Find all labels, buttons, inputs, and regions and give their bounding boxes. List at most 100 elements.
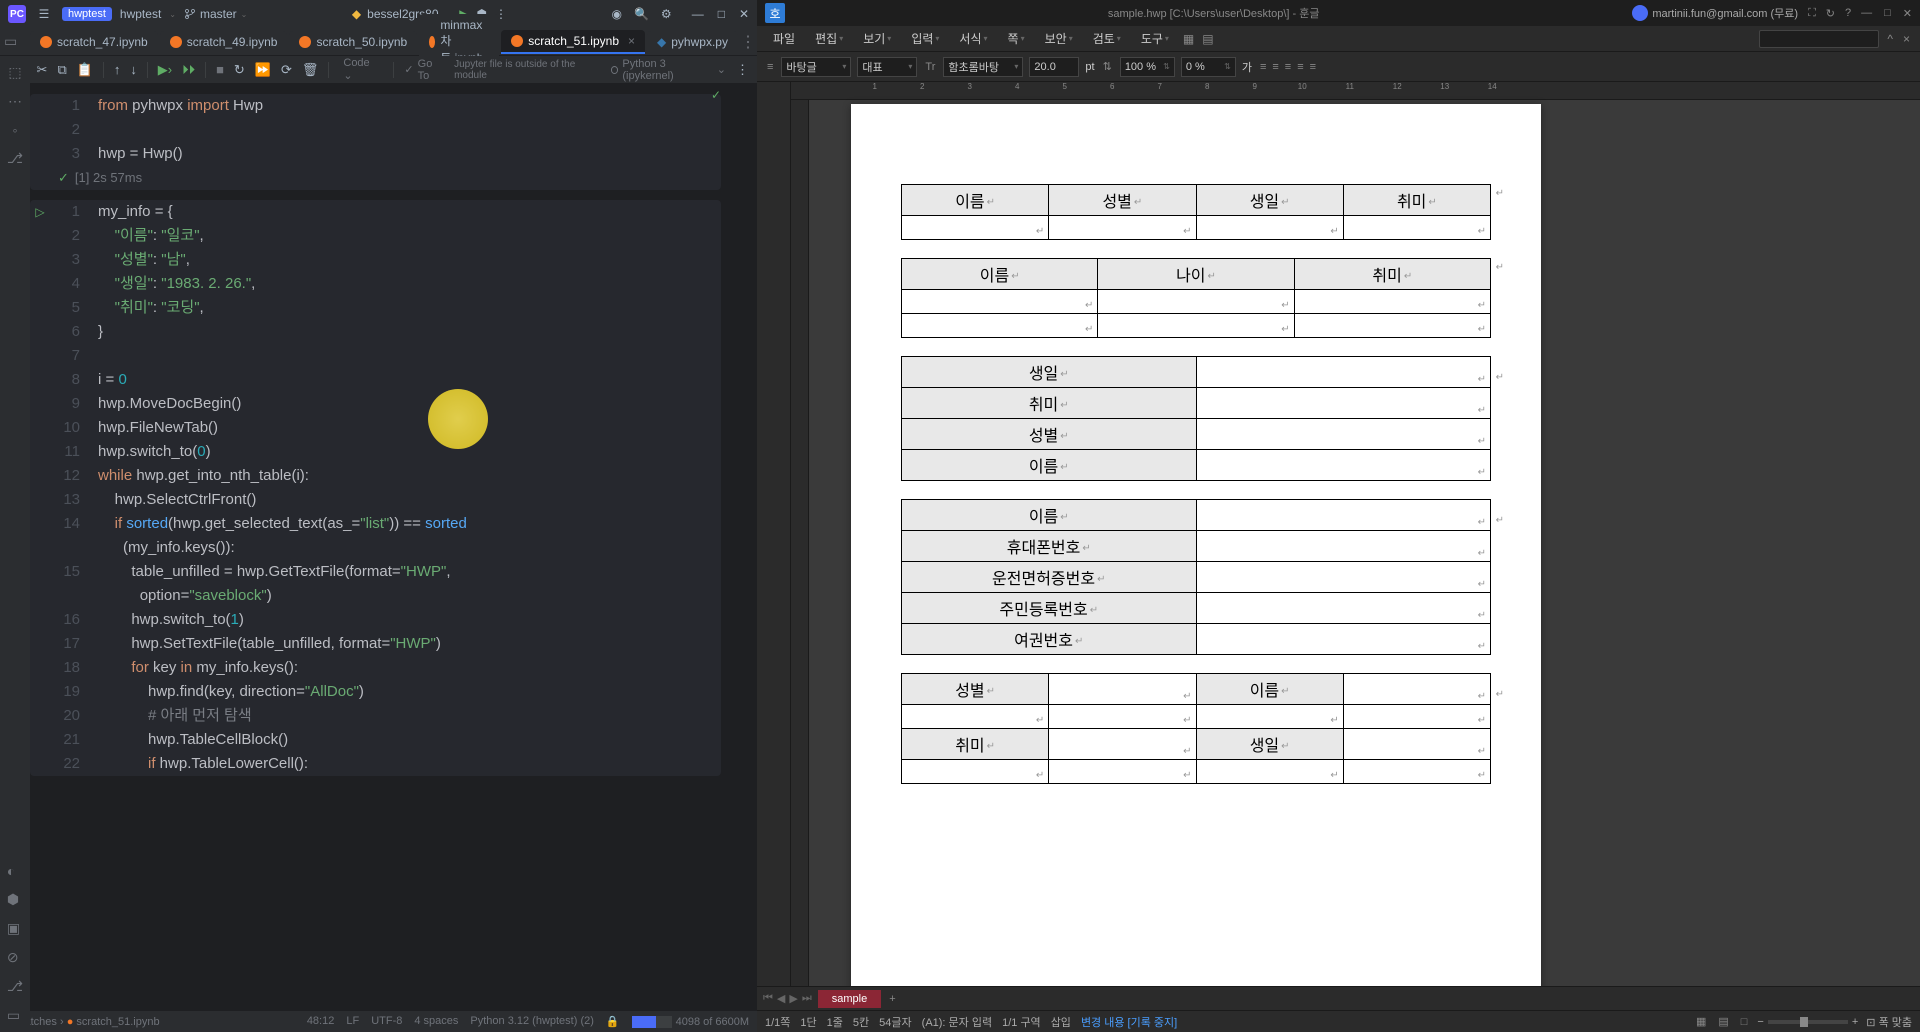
code-editor[interactable]: 1from pyhwpx import Hwp 2 3hwp = Hwp() ✓…	[30, 84, 727, 1010]
user-account[interactable]: martinii.fun@gmail.com (무료)	[1632, 5, 1798, 21]
customize-icon[interactable]: ▦	[1181, 30, 1196, 48]
tab-options-icon[interactable]: ⋮	[740, 32, 756, 52]
status-tracking[interactable]: 변경 내용 [기록 중지]	[1081, 1014, 1177, 1030]
breadcrumb[interactable]: Scratches › ● scratch_51.ipynb	[8, 1016, 160, 1028]
file-tab[interactable]: ◆pyhwpx.py	[647, 31, 738, 53]
run-above-icon[interactable]: ⏩	[255, 62, 271, 78]
status-page[interactable]: 1/1쪽	[765, 1014, 790, 1030]
file-tab[interactable]: scratch_47.ipynb	[30, 31, 158, 53]
copy-icon[interactable]: ⧉	[57, 62, 66, 78]
expand-icon[interactable]: ⛶	[1808, 7, 1816, 20]
services-icon[interactable]: ⬢	[7, 891, 23, 908]
hwp-table-2[interactable]: 이름↵나이↵취미↵↵ ↵↵↵ ↵↵↵	[901, 258, 1491, 338]
view-mode-icon[interactable]: ▤	[1716, 1013, 1730, 1030]
hwp-table-1[interactable]: 이름↵성별↵생일↵취미↵↵ ↵↵↵↵	[901, 184, 1491, 240]
toolbar-more-icon[interactable]: ⋮	[736, 62, 749, 78]
menu-security[interactable]: 보안▾	[1037, 28, 1081, 49]
run-cell-gutter-icon[interactable]: ▷	[30, 200, 50, 224]
search-icon[interactable]: 🔍	[634, 7, 649, 21]
style-select[interactable]: 바탕글▾	[781, 57, 851, 77]
readonly-icon[interactable]: 🔒	[606, 1015, 620, 1028]
git-icon[interactable]: ⎇	[7, 978, 23, 995]
settings-icon[interactable]: ⚙	[661, 7, 672, 21]
tab-next-icon[interactable]: ▶	[789, 992, 797, 1005]
build-icon[interactable]: ▭	[7, 1007, 23, 1024]
move-down-icon[interactable]: ↓	[130, 62, 137, 77]
tab-last-icon[interactable]: ⏭	[802, 992, 812, 1005]
menu-input[interactable]: 입력▾	[903, 28, 947, 49]
pull-requests-icon[interactable]: ⎇	[7, 150, 23, 167]
hwp-table-5[interactable]: 성별↵↵이름↵↵↵ ↵↵↵↵ 취미↵↵생일↵↵ ↵↵↵↵	[901, 673, 1491, 784]
minimize-icon[interactable]: —	[692, 7, 704, 21]
zoom-in-icon[interactable]: +	[1852, 1016, 1858, 1028]
menu-review[interactable]: 검토▾	[1085, 28, 1129, 49]
horizontal-ruler[interactable]: 1234567891011121314	[791, 82, 1920, 100]
font-icon[interactable]: Tr	[923, 59, 937, 75]
interpreter-info[interactable]: Python 3.12 (hwptest) (2)	[470, 1015, 594, 1028]
commit-icon[interactable]: ◦	[13, 122, 18, 138]
hwp-table-3[interactable]: 생일↵↵↵ 취미↵↵ 성별↵↵ 이름↵↵	[901, 356, 1491, 481]
close-icon[interactable]: ✕	[739, 7, 749, 21]
stop-icon[interactable]: ■	[216, 62, 224, 77]
size-stepper-icon[interactable]: ⇅	[1101, 58, 1114, 75]
move-up-icon[interactable]: ↑	[114, 62, 121, 77]
cut-icon[interactable]: ✂	[37, 62, 48, 78]
document-tab[interactable]: sample	[818, 990, 881, 1008]
para-select[interactable]: 대표▾	[857, 57, 917, 77]
inspection-ok-icon[interactable]: ✓	[711, 88, 721, 102]
menu-view[interactable]: 보기▾	[855, 28, 899, 49]
status-mode[interactable]: 삽입	[1051, 1014, 1071, 1030]
file-encoding[interactable]: UTF-8	[371, 1015, 402, 1028]
align-distribute-icon[interactable]: ≡	[1308, 59, 1318, 75]
code-with-me-icon[interactable]: ◉	[611, 7, 621, 21]
caret-position[interactable]: 48:12	[307, 1015, 335, 1028]
tab-first-icon[interactable]: ⏮	[763, 992, 773, 1005]
goto-button[interactable]: ✓ Go To	[404, 58, 444, 82]
minimize-icon[interactable]: —	[1861, 7, 1872, 20]
indent-info[interactable]: 4 spaces	[414, 1015, 458, 1028]
run-cell-icon[interactable]: ▶›	[158, 62, 172, 78]
python-console-icon[interactable]: ◐	[7, 863, 23, 879]
char-width[interactable]: 100 %⇅	[1120, 57, 1175, 77]
font-select[interactable]: 함초롬바탕▾	[943, 57, 1023, 77]
close-tab-icon[interactable]: ×	[628, 34, 635, 48]
menu-page[interactable]: 쪽▾	[1000, 28, 1033, 49]
zoom-out-icon[interactable]: −	[1757, 1016, 1763, 1028]
file-tab-active[interactable]: scratch_51.ipynb×	[501, 30, 645, 54]
line-separator[interactable]: LF	[346, 1015, 359, 1028]
refresh-icon[interactable]: ↻	[1826, 7, 1835, 20]
align-left-icon[interactable]: ≡	[1258, 59, 1268, 75]
search-box[interactable]	[1759, 30, 1879, 48]
add-tab-icon[interactable]: +	[881, 990, 903, 1008]
align-right-icon[interactable]: ≡	[1283, 59, 1293, 75]
file-tab[interactable]: scratch_50.ipynb	[289, 31, 417, 53]
restart-icon[interactable]: ↻	[234, 62, 245, 78]
align-justify-icon[interactable]: ≡	[1295, 59, 1305, 75]
menu-file[interactable]: 파일	[765, 28, 803, 49]
align-center-icon[interactable]: ≡	[1270, 59, 1280, 75]
run-all-icon[interactable]: ⏵⏵	[182, 62, 195, 78]
structure-icon[interactable]: ⬚	[8, 64, 21, 81]
menu-format[interactable]: 서식▾	[951, 28, 995, 49]
style-icon[interactable]: ≡	[765, 59, 775, 75]
project-badge[interactable]: hwptest	[62, 7, 112, 21]
terminal-icon[interactable]: ▣	[7, 920, 23, 937]
maximize-icon[interactable]: □	[718, 7, 725, 21]
hwp-table-4[interactable]: 이름↵↵↵ 휴대폰번호↵↵ 운전면허증번호↵↵ 주민등록번호↵↵ 여권번호↵↵	[901, 499, 1491, 655]
bookmarks-icon[interactable]: ⋯	[8, 93, 22, 110]
clear-icon[interactable]: 🗑	[302, 62, 319, 78]
collapse-ribbon-icon[interactable]: ^	[1885, 30, 1895, 48]
memory-indicator[interactable]: 4098 of 6600M	[632, 1015, 749, 1028]
close-icon[interactable]: ✕	[1903, 7, 1912, 20]
menu-tools[interactable]: 도구▾	[1133, 28, 1177, 49]
interrupt-icon[interactable]: ⟳	[281, 62, 292, 78]
font-size[interactable]: 20.0	[1029, 57, 1079, 77]
view-mode-icon[interactable]: □	[1739, 1014, 1750, 1030]
help-icon[interactable]: ?	[1845, 7, 1851, 19]
main-menu-icon[interactable]: ☰	[34, 4, 54, 24]
view-mode-icon[interactable]: ▦	[1694, 1013, 1708, 1030]
project-name[interactable]: hwptest	[120, 7, 161, 21]
git-branch[interactable]: master ⌄	[184, 7, 247, 21]
maximize-icon[interactable]: □	[1884, 7, 1891, 20]
zoom-label[interactable]: ⊡ 폭 맞춤	[1866, 1014, 1912, 1030]
